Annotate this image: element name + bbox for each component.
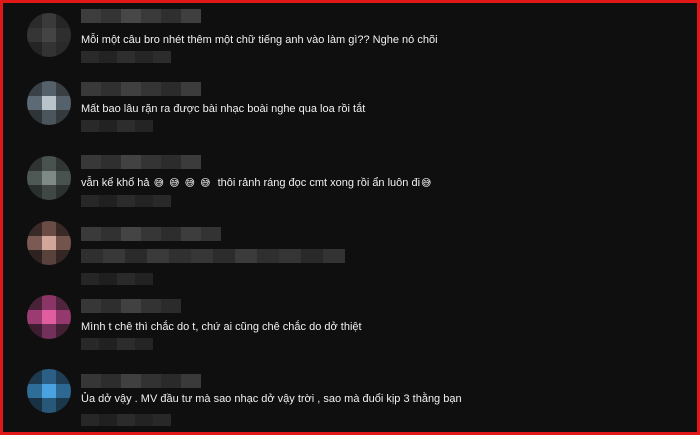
author-name-blurred[interactable] xyxy=(81,82,201,96)
author-name-blurred[interactable] xyxy=(81,9,201,23)
comment-text: Mỗi một câu bro nhét thêm một chữ tiếng … xyxy=(81,34,438,46)
comment-text: vẫn kể khổ hả 😅 😅 😅 😅 thôi rảnh ráng đọc… xyxy=(81,176,432,191)
comment-text: Ủa dở vậy . MV đầu tư mà sao nhạc dở vậy… xyxy=(81,393,462,405)
comment-actions-blurred[interactable] xyxy=(81,414,171,426)
author-name-blurred[interactable] xyxy=(81,374,201,388)
comment-actions-blurred[interactable] xyxy=(81,120,153,132)
sweat-smile-emoji-icon: 😅 xyxy=(421,178,432,189)
comment-actions-blurred[interactable] xyxy=(81,195,171,207)
comment-actions-blurred[interactable] xyxy=(81,338,153,350)
avatar[interactable] xyxy=(27,13,71,57)
avatar[interactable] xyxy=(27,369,71,413)
sweat-smile-emoji-icon: 😅 xyxy=(184,178,195,189)
comment-text-part: thôi rảnh ráng đọc cmt xong rồi ẩn luôn … xyxy=(217,177,421,189)
comment-actions-blurred[interactable] xyxy=(81,51,171,63)
comment-text-part: vẫn kể khổ hả xyxy=(81,177,150,189)
comment-actions-blurred[interactable] xyxy=(81,273,153,285)
avatar[interactable] xyxy=(27,295,71,339)
screenshot-frame: Mỗi một câu bro nhét thêm một chữ tiếng … xyxy=(0,0,700,435)
author-name-blurred[interactable] xyxy=(81,299,181,313)
comment-text: Mất bao lâu rặn ra được bài nhạc boài ng… xyxy=(81,103,366,115)
author-name-blurred[interactable] xyxy=(81,227,221,241)
sweat-smile-emoji-icon: 😅 xyxy=(200,178,211,189)
comment-text-blurred xyxy=(81,249,345,263)
sweat-smile-emoji-icon: 😅 xyxy=(153,178,164,189)
comment-text: Mình t chê thì chắc do t, chứ ai cũng ch… xyxy=(81,321,362,333)
avatar[interactable] xyxy=(27,156,71,200)
avatar[interactable] xyxy=(27,221,71,265)
sweat-smile-emoji-icon: 😅 xyxy=(169,178,180,189)
avatar[interactable] xyxy=(27,81,71,125)
author-name-blurred[interactable] xyxy=(81,155,201,169)
